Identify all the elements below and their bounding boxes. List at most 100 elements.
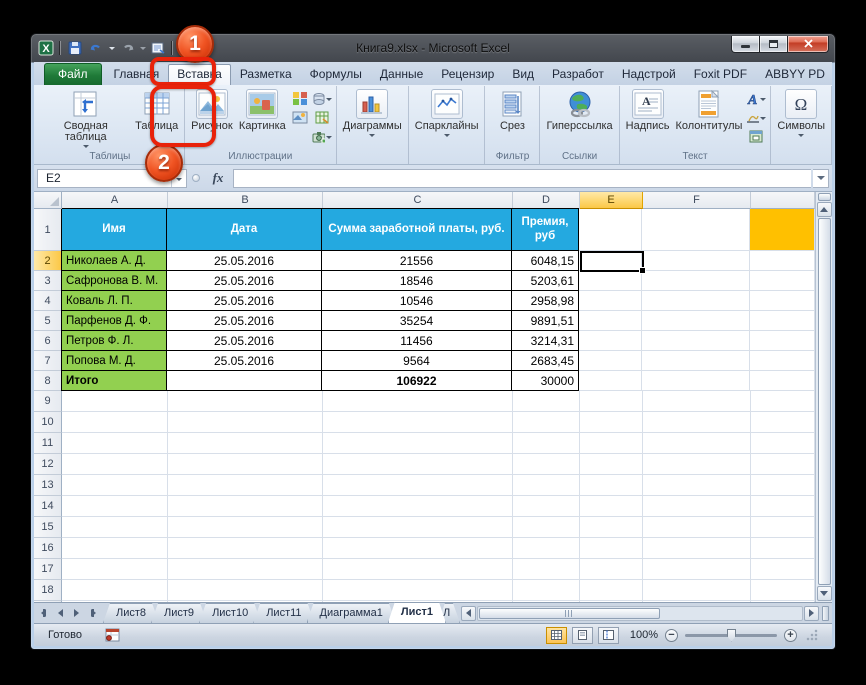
cell[interactable] (580, 496, 643, 517)
cell[interactable] (513, 601, 580, 602)
cell[interactable] (62, 454, 168, 475)
last-sheet-button[interactable] (85, 606, 100, 621)
cell[interactable] (62, 580, 168, 601)
sheet-tab-list9[interactable]: Лист9 (151, 603, 207, 623)
cell[interactable] (642, 271, 750, 291)
cell[interactable] (513, 580, 580, 601)
tab-foxit-pdf[interactable]: Foxit PDF (685, 64, 756, 85)
cell[interactable] (643, 412, 751, 433)
sheet-tab-list10[interactable]: Лист10 (199, 603, 261, 623)
cell[interactable] (168, 538, 323, 559)
scroll-right-button[interactable] (804, 605, 819, 621)
cell-bonus[interactable]: 2958,98 (512, 291, 579, 311)
row-header-1[interactable]: 1 (34, 209, 62, 251)
cell[interactable] (513, 559, 580, 580)
row-header[interactable]: 18 (34, 580, 62, 601)
sheet-tab-list11[interactable]: Лист11 (253, 603, 314, 623)
cell[interactable] (323, 475, 513, 496)
cell[interactable] (751, 412, 815, 433)
cell[interactable] (750, 271, 815, 291)
tab-addins[interactable]: Надстрой (613, 64, 685, 85)
object-icon[interactable] (746, 128, 766, 145)
scroll-down-button[interactable] (816, 586, 832, 601)
cell[interactable] (751, 475, 815, 496)
cell[interactable] (513, 412, 580, 433)
cell-total-salary[interactable]: 106922 (322, 371, 512, 391)
cell[interactable] (167, 371, 322, 391)
cell[interactable] (751, 559, 815, 580)
cell[interactable] (580, 475, 643, 496)
cell-date[interactable]: 25.05.2016 (167, 271, 322, 291)
tab-splitter-handle[interactable] (822, 605, 829, 621)
cell-name[interactable]: Попова М. Д. (61, 351, 167, 371)
column-header-b[interactable]: B (168, 192, 323, 209)
row-header[interactable]: 17 (34, 559, 62, 580)
cell[interactable] (642, 251, 750, 271)
sheet-tab-list8[interactable]: Лист8 (103, 603, 159, 623)
row-header[interactable]: 11 (34, 433, 62, 454)
cell[interactable] (643, 496, 751, 517)
cell[interactable] (513, 454, 580, 475)
cell-name[interactable]: Сафронова В. М. (61, 271, 167, 291)
cell[interactable] (751, 538, 815, 559)
cell[interactable] (62, 475, 168, 496)
cell[interactable] (323, 601, 513, 602)
cell-c1-header[interactable]: Сумма заработной платы, руб. (322, 208, 512, 251)
cell[interactable] (62, 601, 168, 602)
cell[interactable] (751, 391, 815, 412)
cell[interactable] (642, 331, 750, 351)
photo-album-icon[interactable] (290, 109, 310, 126)
cell[interactable] (168, 454, 323, 475)
cell[interactable] (751, 454, 815, 475)
sheet-tab-diagram1[interactable]: Диаграмма1 (307, 603, 396, 623)
tab-view[interactable]: Вид (503, 64, 543, 85)
cell[interactable] (323, 538, 513, 559)
header-footer-button[interactable]: Колонтитулы (672, 87, 745, 132)
select-all-button[interactable] (34, 192, 62, 209)
cell[interactable] (579, 311, 642, 331)
cell-a1-header[interactable]: Имя (61, 208, 167, 251)
zoom-slider-track[interactable] (685, 628, 777, 642)
cell[interactable] (579, 331, 642, 351)
cell[interactable] (642, 371, 750, 391)
cell-name[interactable]: Петров Ф. Л. (61, 331, 167, 351)
pivot-table-button[interactable]: Сводная таблица (39, 87, 132, 148)
row-header-5[interactable]: 5 (34, 311, 62, 331)
undo-button[interactable] (87, 39, 105, 57)
cell[interactable] (323, 454, 513, 475)
tab-page-layout[interactable]: Разметка (231, 64, 301, 85)
cell[interactable] (580, 454, 643, 475)
row-header[interactable]: 15 (34, 517, 62, 538)
row-header-7[interactable]: 7 (34, 351, 62, 371)
cell[interactable] (751, 433, 815, 454)
cell-g1-highlighted[interactable] (750, 209, 815, 251)
clip-art-button[interactable]: Картинка (236, 87, 289, 132)
split-handle[interactable] (817, 193, 831, 201)
column-header-d[interactable]: D (513, 192, 580, 209)
cell-name[interactable]: Коваль Л. П. (61, 291, 167, 311)
cell-salary[interactable]: 9564 (322, 351, 512, 371)
cell[interactable] (642, 291, 750, 311)
screenshot-icon[interactable] (312, 128, 332, 145)
cell[interactable] (513, 517, 580, 538)
cell[interactable] (579, 351, 642, 371)
undo-dropdown-arrow[interactable] (109, 46, 115, 50)
tab-file[interactable]: Файл (44, 63, 102, 85)
horizontal-scroll-thumb[interactable] (478, 607, 661, 619)
redo-button[interactable] (118, 39, 136, 57)
cell[interactable] (62, 496, 168, 517)
cell-total-label[interactable]: Итого (61, 371, 167, 391)
zoom-in-button[interactable]: + (784, 628, 797, 642)
cell-name[interactable]: Парфенов Д. Ф. (61, 311, 167, 331)
cell-date[interactable]: 25.05.2016 (167, 291, 322, 311)
page-break-view-button[interactable] (597, 626, 619, 644)
cell[interactable] (62, 433, 168, 454)
sheet-tab-list1-active[interactable]: Лист1 (388, 602, 446, 623)
normal-view-button[interactable] (545, 626, 567, 644)
smartart-icon[interactable] (290, 90, 310, 107)
cell[interactable] (62, 559, 168, 580)
cell[interactable] (168, 412, 323, 433)
page-layout-view-button[interactable] (571, 626, 593, 644)
row-header-4[interactable]: 4 (34, 291, 62, 311)
cell[interactable] (513, 433, 580, 454)
